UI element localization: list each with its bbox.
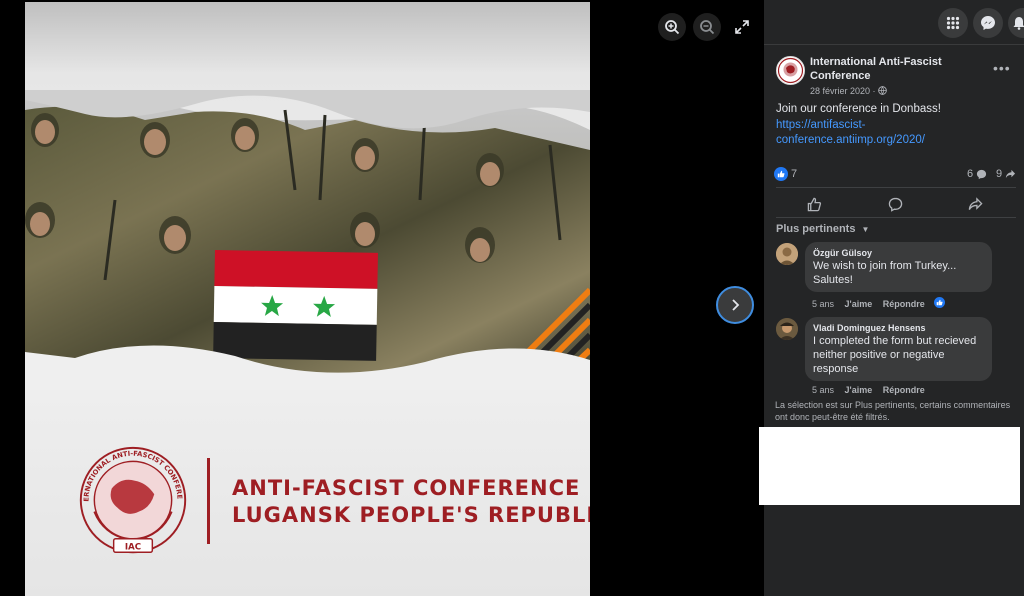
soldiers-photo-band xyxy=(25,90,590,390)
blank-overlay-box xyxy=(759,427,1020,505)
caret-down-icon: ▼ xyxy=(861,225,870,234)
more-dots-icon: ••• xyxy=(993,60,1011,76)
photo-viewer-screen: IAC INTERNATIONAL ANTI-FASCIST CONFERENC… xyxy=(0,0,1024,596)
messenger-icon xyxy=(981,16,995,30)
share-button[interactable] xyxy=(965,194,985,214)
comments-sort-label: Plus pertinents xyxy=(776,223,856,235)
like-button[interactable] xyxy=(804,194,824,214)
grid-menu-icon xyxy=(946,16,960,30)
user-avatar-icon xyxy=(776,318,798,340)
zoom-in-icon xyxy=(665,20,680,35)
logo-divider xyxy=(207,458,210,544)
share-icon xyxy=(968,196,983,210)
chevron-right-icon xyxy=(732,299,740,311)
page-logo-icon xyxy=(777,57,804,84)
syrian-flag xyxy=(213,249,378,361)
comment-button[interactable] xyxy=(885,194,905,214)
comment-2-bubble: Vladi Dominguez Hensens I completed the … xyxy=(805,317,992,381)
zoom-out-button[interactable] xyxy=(693,13,721,41)
emblem-badge: IAC xyxy=(125,542,141,552)
share-count-icon xyxy=(1005,169,1016,179)
comment-icon xyxy=(888,197,902,212)
post-date[interactable]: 28 février 2020 · xyxy=(810,86,887,96)
top-bar-separator xyxy=(764,44,1024,45)
comment-1-avatar[interactable] xyxy=(776,243,798,265)
comment-1-like-badge[interactable] xyxy=(933,296,946,309)
comment-1-reply-link[interactable]: Répondre xyxy=(883,299,925,309)
messenger-button[interactable] xyxy=(973,8,1003,38)
comment-1-like-link[interactable]: J'aime xyxy=(845,299,873,309)
like-reaction-icon[interactable] xyxy=(774,167,788,181)
comments-filter-note: La sélection est sur Plus pertinents, ce… xyxy=(775,400,1011,422)
notifications-button[interactable] xyxy=(1008,8,1024,38)
actions-divider xyxy=(776,217,1016,218)
post-options-button[interactable]: ••• xyxy=(993,60,1011,76)
iac-emblem: IAC INTERNATIONAL ANTI-FASCIST CONFERENC… xyxy=(75,444,187,554)
comment-1-time[interactable]: 5 ans xyxy=(812,299,834,309)
reactions-summary: 7 6 9 xyxy=(774,167,1018,183)
fullscreen-button[interactable] xyxy=(728,13,756,41)
page-avatar[interactable] xyxy=(776,56,805,85)
post-photo[interactable]: IAC INTERNATIONAL ANTI-FASCIST CONFERENC… xyxy=(25,2,590,596)
comment-count-icon xyxy=(976,169,987,180)
like-reaction-icon xyxy=(936,299,943,306)
comment-2-meta: 5 ans J'aime Répondre xyxy=(812,385,933,395)
fullscreen-icon xyxy=(735,20,749,34)
user-avatar-icon xyxy=(776,243,798,265)
top-bar-icons xyxy=(764,0,1024,44)
reactions-count[interactable]: 7 xyxy=(791,168,797,180)
shares-count[interactable]: 9 xyxy=(996,168,1002,180)
comment-2-text: I completed the form but recieved neithe… xyxy=(813,335,977,375)
zoom-in-button[interactable] xyxy=(658,13,686,41)
comment-1-meta: 5 ans J'aime Répondre xyxy=(812,299,933,309)
photo-viewer: IAC INTERNATIONAL ANTI-FASCIST CONFERENC… xyxy=(0,0,764,596)
logo-title-line2: LUGANSK PEOPLE'S REPUBLIC xyxy=(232,503,590,527)
comment-2-time[interactable]: 5 ans xyxy=(812,385,834,395)
comment-2-author[interactable]: Vladi Dominguez Hensens xyxy=(813,322,984,334)
comment-2-like-link[interactable]: J'aime xyxy=(845,385,873,395)
post-message: Join our conference in Donbass! xyxy=(776,103,941,115)
post-date-text: 28 février 2020 · xyxy=(810,86,876,96)
comment-1-author[interactable]: Özgür Gülsoy xyxy=(813,247,984,259)
comment-2-reply-link[interactable]: Répondre xyxy=(883,385,925,395)
zoom-out-icon xyxy=(700,20,715,35)
comments-count[interactable]: 6 xyxy=(967,168,973,180)
post-actions xyxy=(776,192,1016,216)
post-side-panel xyxy=(764,0,1024,596)
globe-icon xyxy=(878,86,887,95)
comments-sort-dropdown[interactable]: Plus pertinents ▼ xyxy=(776,223,869,235)
comment-1-text: We wish to join from Turkey... Salutes! xyxy=(813,260,957,286)
post-link[interactable]: https://antifascist-conference.antiimp.o… xyxy=(776,118,1006,148)
comment-1-bubble: Özgür Gülsoy We wish to join from Turkey… xyxy=(805,242,992,292)
menu-button[interactable] xyxy=(938,8,968,38)
logo-title-line1: ANTI-FASCIST CONFERENCE xyxy=(232,476,581,500)
like-icon xyxy=(807,197,821,211)
conference-logo-area: IAC INTERNATIONAL ANTI-FASCIST CONFERENC… xyxy=(25,432,590,592)
comment-2-avatar[interactable] xyxy=(776,318,798,340)
next-photo-button[interactable] xyxy=(716,286,754,324)
reactions-divider xyxy=(776,187,1016,188)
post-body: Join our conference in Donbass! https://… xyxy=(776,102,1006,148)
bell-icon xyxy=(1013,17,1024,30)
page-name-link[interactable]: International Anti-Fascist Conference xyxy=(810,55,980,83)
